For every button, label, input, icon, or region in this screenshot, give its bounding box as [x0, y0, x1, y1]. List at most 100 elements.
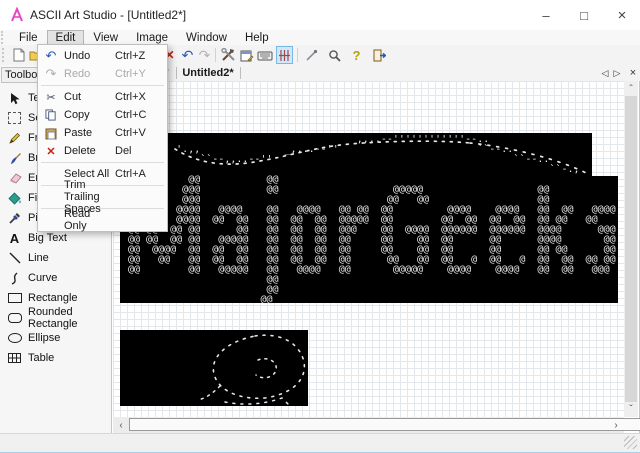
tab-close-icon[interactable]: ×: [627, 66, 639, 80]
menu-item-shortcut: Ctrl+C: [115, 109, 147, 121]
keyboard-button[interactable]: [256, 46, 273, 64]
tool-curve[interactable]: Curve: [0, 268, 111, 288]
status-bar: [0, 433, 640, 452]
vertical-scroll-thumb[interactable]: [625, 96, 637, 402]
eraser-icon: [7, 171, 22, 185]
menu-item-shortcut: Ctrl+A: [115, 168, 146, 180]
menu-file[interactable]: File: [10, 30, 47, 45]
grid-button[interactable]: [276, 46, 293, 64]
exit-button[interactable]: [370, 46, 387, 64]
window-title: ASCII Art Studio - [Untitled2*]: [30, 8, 187, 22]
menu-image[interactable]: Image: [127, 30, 177, 45]
menu-window[interactable]: Window: [177, 30, 236, 45]
menu-item-redo[interactable]: ↷ Redo Ctrl+Y: [38, 65, 167, 83]
menu-item-undo[interactable]: ↶ Undo Ctrl+Z: [38, 47, 167, 65]
tools-button[interactable]: [220, 46, 237, 64]
tool-label: Rectangle: [28, 292, 78, 304]
redo-icon: ↷: [45, 66, 57, 81]
delete-icon: ✕: [46, 145, 56, 158]
toolbar-separator: [215, 48, 216, 62]
menu-edit[interactable]: Edit: [46, 30, 85, 45]
menu-item-shortcut: Ctrl+Z: [115, 50, 146, 62]
magnifier-icon: [329, 49, 341, 62]
tab-separator: [240, 67, 241, 79]
menu-item-label: Paste: [64, 127, 93, 139]
cut-icon: ✂: [46, 91, 56, 104]
menu-item-label: Undo: [64, 50, 91, 62]
tab-scroll-right-icon[interactable]: ▷: [611, 66, 623, 80]
pencil-icon: [7, 131, 22, 145]
menu-view[interactable]: View: [84, 30, 127, 45]
horizontal-scroll-thumb[interactable]: [129, 418, 640, 431]
menu-bar: File Edit View Image Window Help: [0, 30, 640, 45]
table-icon: [7, 351, 22, 365]
scroll-right-icon[interactable]: ›: [609, 418, 623, 432]
select-icon: [7, 111, 22, 125]
menu-item-label: Redo: [64, 68, 91, 80]
menu-item-trim-trailing-spaces[interactable]: Trim Trailing Spaces: [38, 179, 167, 215]
undo-icon: ↶: [181, 46, 194, 63]
scroll-up-icon[interactable]: ˆ: [624, 82, 638, 96]
menu-item-delete[interactable]: ✕ Delete Del: [38, 142, 167, 160]
tool-rectangle[interactable]: Rectangle: [0, 288, 111, 308]
ellipse-icon: [7, 331, 22, 345]
toolbar-separator: [297, 48, 298, 62]
menu-item-shortcut: Ctrl+X: [115, 91, 146, 103]
redo-icon: ↷: [198, 46, 211, 63]
document-tabs: Untitled1* Untitled2* ◁ ▷ ×: [113, 65, 640, 81]
big-text-icon: A: [9, 230, 20, 246]
menubar-grip[interactable]: [1, 31, 10, 44]
resize-grip[interactable]: [624, 436, 637, 449]
menu-item-read-only[interactable]: Read Only: [38, 208, 167, 232]
title-bar: ASCII Art Studio - [Untitled2*] – □ ×: [0, 0, 640, 30]
menu-item-shortcut: Ctrl+Y: [115, 68, 146, 80]
rectangle-icon: [7, 291, 22, 305]
redo-button[interactable]: ↷: [196, 46, 213, 64]
tab-untitled2[interactable]: Untitled2*: [177, 65, 239, 81]
undo-icon: ↶: [45, 48, 57, 63]
menu-item-shortcut: Ctrl+V: [115, 127, 146, 139]
fill-icon: [7, 191, 22, 205]
toolbar-grip[interactable]: [2, 48, 8, 62]
keyboard-icon: [257, 51, 272, 60]
exit-door-icon: [373, 49, 386, 61]
scroll-down-icon[interactable]: ˇ: [624, 402, 638, 416]
tool-rounded-rectangle[interactable]: Rounded Rectangle: [0, 306, 111, 330]
drawing-canvas[interactable]: ,,..--''''''''''''--.. ' '.,, _,,..--'' …: [113, 81, 624, 417]
grid-icon: [279, 49, 290, 61]
menu-item-label: Read Only: [64, 208, 91, 232]
edit-menu: ↶ Undo Ctrl+Z ↷ Redo Ctrl+Y ✂ Cut Ctrl+X…: [37, 44, 168, 232]
tool-table[interactable]: Table: [0, 348, 111, 368]
ascii-art-dotted-curve: [174, 140, 591, 176]
pen-button[interactable]: [303, 46, 320, 64]
menu-item-label: Delete: [64, 145, 96, 157]
zoom-button[interactable]: [326, 46, 343, 64]
minimize-button[interactable]: –: [526, 0, 566, 30]
line-icon: [7, 251, 22, 265]
menu-item-cut[interactable]: ✂ Cut Ctrl+X: [38, 88, 167, 106]
menu-item-label: Copy: [64, 109, 90, 121]
app-window: ASCII Art Studio - [Untitled2*] – □ × Fi…: [0, 0, 640, 453]
app-logo-icon: [11, 7, 23, 22]
menu-help[interactable]: Help: [236, 30, 278, 45]
tab-scroll-left-icon[interactable]: ◁: [599, 66, 611, 80]
vertical-scrollbar[interactable]: ˆ ˇ: [624, 81, 638, 417]
menu-item-paste[interactable]: Paste Ctrl+V: [38, 124, 167, 142]
scroll-left-icon[interactable]: ‹: [114, 418, 128, 432]
undo-button[interactable]: ↶: [179, 46, 196, 64]
rounded-rectangle-icon: [7, 311, 22, 325]
menu-item-copy[interactable]: Copy Ctrl+C: [38, 106, 167, 124]
horizontal-scrollbar[interactable]: ‹ ›: [113, 417, 640, 433]
menu-item-shortcut: Del: [115, 145, 132, 157]
tool-label: Line: [28, 252, 49, 264]
tool-label: Ellipse: [28, 332, 61, 344]
tool-ellipse[interactable]: Ellipse: [0, 328, 111, 348]
maximize-button[interactable]: □: [564, 0, 604, 30]
pen-icon: [306, 49, 318, 61]
new-button[interactable]: [10, 46, 27, 64]
copy-icon: [38, 109, 64, 121]
close-button[interactable]: ×: [602, 0, 640, 30]
properties-button[interactable]: [238, 46, 255, 64]
help-button[interactable]: ?: [348, 46, 365, 64]
tool-line[interactable]: Line: [0, 248, 111, 268]
